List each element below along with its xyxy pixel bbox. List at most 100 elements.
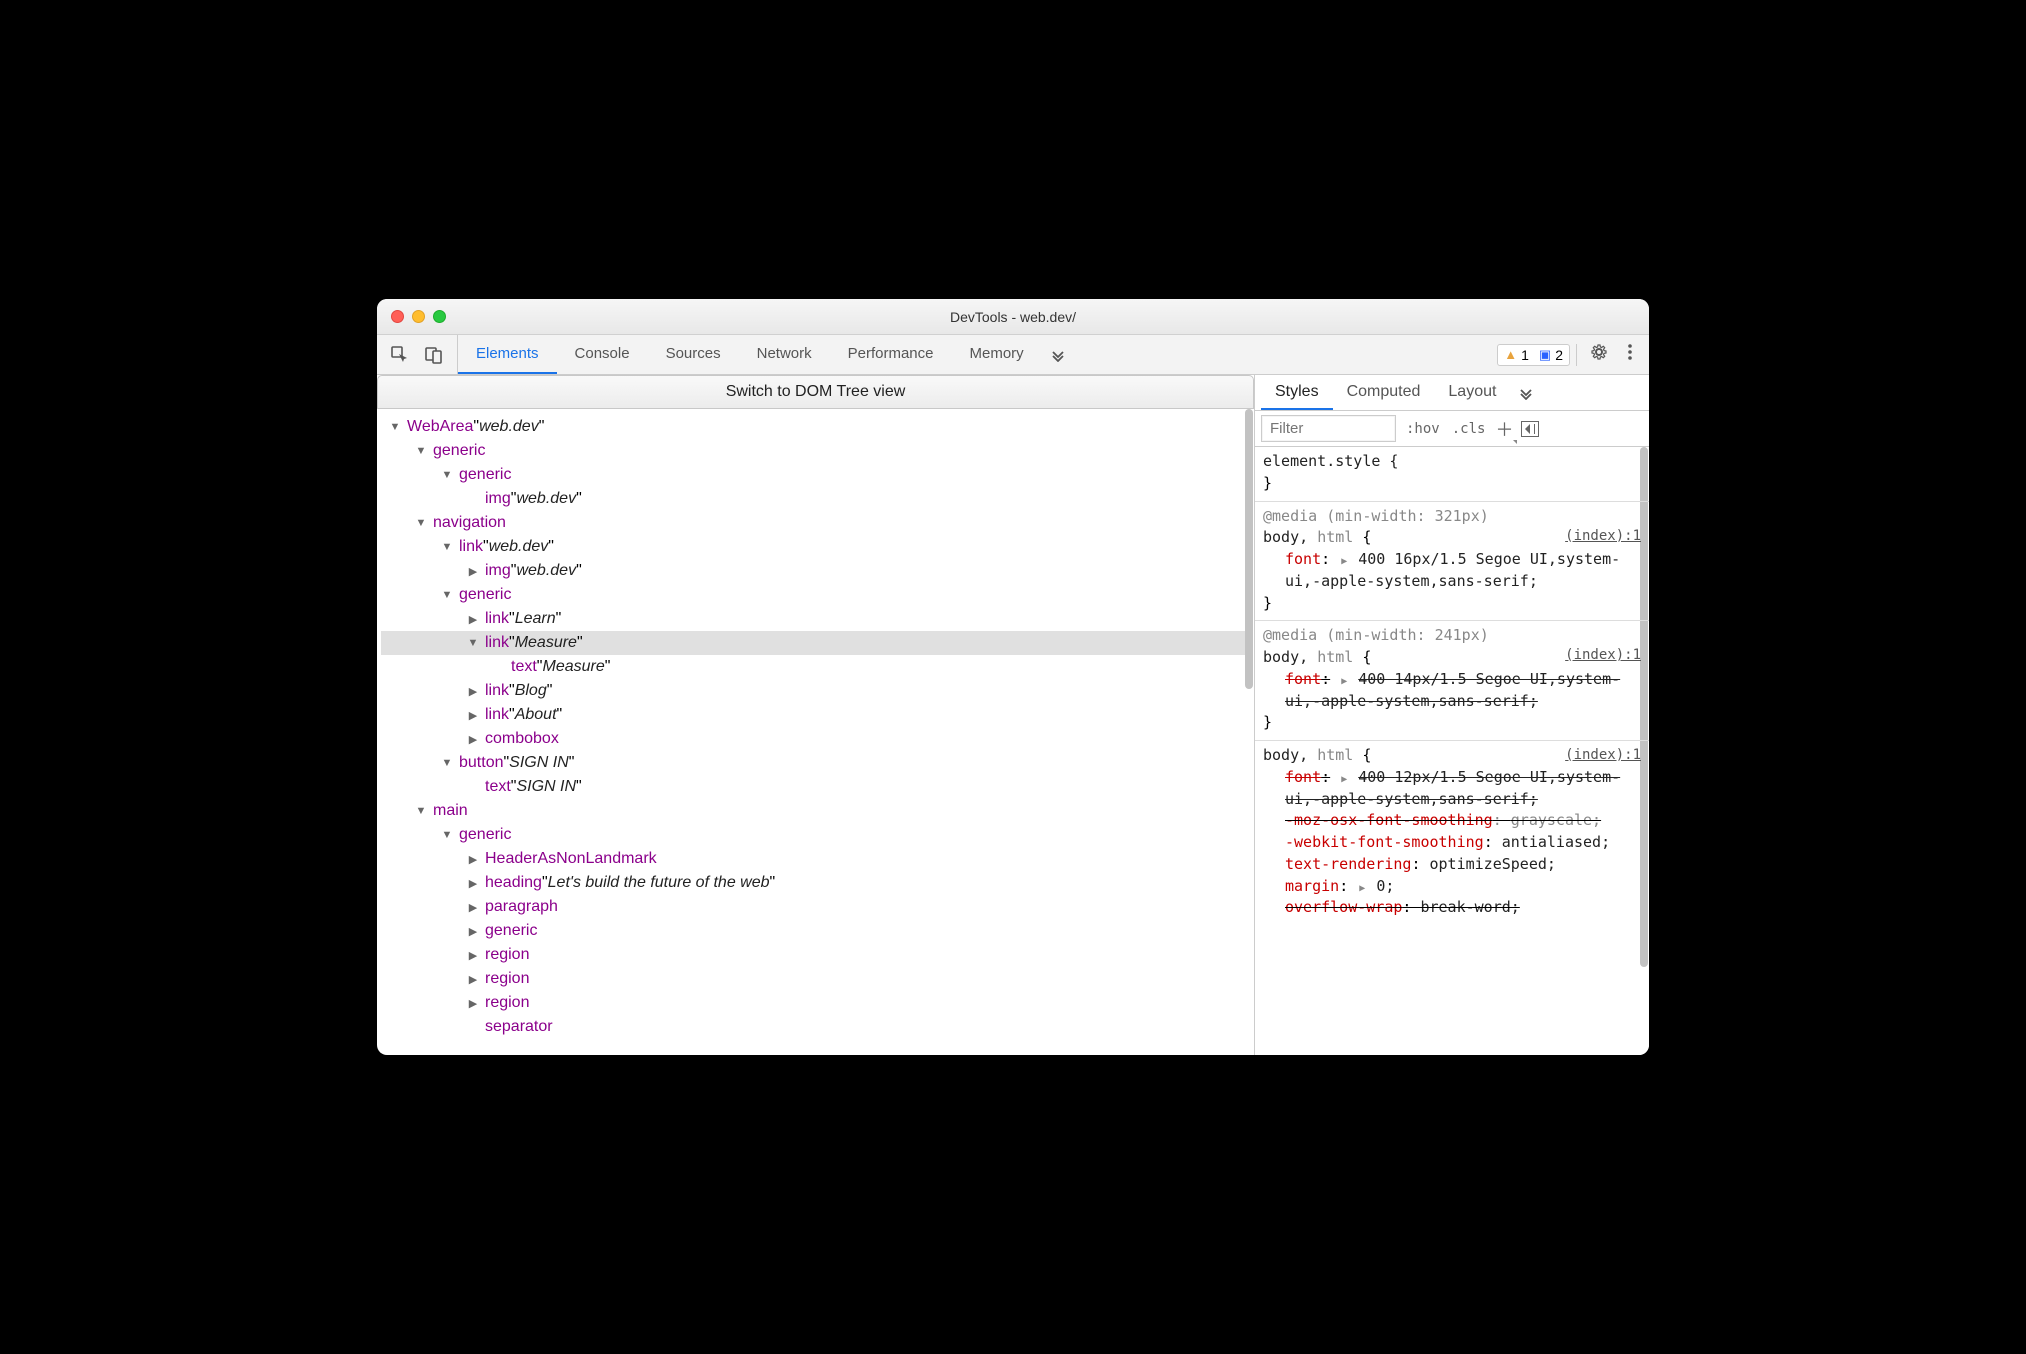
tree-node[interactable]: separator: [381, 1015, 1250, 1039]
chevron-down-icon[interactable]: ▼: [389, 421, 401, 433]
window-title: DevTools - web.dev/: [377, 309, 1649, 325]
declaration[interactable]: -webkit-font-smoothing: antialiased;: [1263, 832, 1641, 854]
class-toggle-button[interactable]: .cls: [1450, 421, 1488, 437]
declaration[interactable]: overflow-wrap: break-word;: [1263, 897, 1641, 919]
chevron-down-icon[interactable]: ▼: [467, 637, 479, 649]
declaration[interactable]: -moz-osx-font-smoothing: grayscale;: [1263, 810, 1641, 832]
tab-performance[interactable]: Performance: [830, 335, 952, 374]
source-link[interactable]: (index):1: [1565, 645, 1641, 665]
warnings-count: 1: [1521, 347, 1529, 363]
node-role: generic: [433, 442, 485, 460]
expand-icon[interactable]: ▶: [1341, 675, 1347, 690]
tree-node[interactable]: ▼button "SIGN IN": [381, 751, 1250, 775]
tree-node[interactable]: img "web.dev": [381, 487, 1250, 511]
tree-node[interactable]: ▶region: [381, 967, 1250, 991]
tree-node[interactable]: ▶img "web.dev": [381, 559, 1250, 583]
chevron-right-icon[interactable]: ▶: [467, 877, 479, 890]
scrollbar-thumb[interactable]: [1245, 409, 1253, 689]
chevron-right-icon[interactable]: ▶: [467, 733, 479, 746]
more-tabs-icon[interactable]: [1042, 348, 1074, 362]
styles-tab-computed[interactable]: Computed: [1333, 375, 1435, 410]
tree-node[interactable]: ▶link "Blog": [381, 679, 1250, 703]
declaration[interactable]: font: ▶ 400 14px/1.5 Segoe UI,system-ui,…: [1263, 669, 1641, 713]
main-toolbar: ElementsConsoleSourcesNetworkPerformance…: [377, 335, 1649, 375]
switch-to-dom-tree-button[interactable]: Switch to DOM Tree view: [377, 375, 1254, 409]
chevron-right-icon[interactable]: ▶: [467, 949, 479, 962]
tab-sources[interactable]: Sources: [648, 335, 739, 374]
expand-icon[interactable]: ▶: [1341, 773, 1347, 788]
tree-node[interactable]: ▼generic: [381, 463, 1250, 487]
chevron-right-icon[interactable]: ▶: [467, 925, 479, 938]
chevron-down-icon[interactable]: ▼: [415, 805, 427, 817]
tab-memory[interactable]: Memory: [952, 335, 1042, 374]
chevron-right-icon[interactable]: ▶: [467, 613, 479, 626]
chevron-right-icon[interactable]: ▶: [467, 709, 479, 722]
chevron-right-icon[interactable]: ▶: [467, 973, 479, 986]
source-link[interactable]: (index):1: [1565, 526, 1641, 546]
chevron-right-icon[interactable]: ▶: [467, 853, 479, 866]
declaration[interactable]: margin: ▶ 0;: [1263, 876, 1641, 898]
chevron-down-icon[interactable]: ▼: [415, 517, 427, 529]
tree-node[interactable]: ▶link "About": [381, 703, 1250, 727]
tree-node[interactable]: ▶heading "Let's build the future of the …: [381, 871, 1250, 895]
source-link[interactable]: (index):1: [1565, 745, 1641, 765]
more-options-icon[interactable]: [1621, 343, 1639, 366]
settings-gear-icon[interactable]: [1583, 342, 1615, 367]
tree-node[interactable]: ▶combobox: [381, 727, 1250, 751]
chevron-down-icon[interactable]: ▼: [441, 589, 453, 601]
chevron-right-icon[interactable]: ▶: [467, 685, 479, 698]
rule-section: @media (min-width: 321px) body, html { (…: [1255, 502, 1649, 622]
chevron-right-icon[interactable]: ▶: [467, 997, 479, 1010]
media-query: @media (min-width: 321px): [1263, 506, 1641, 528]
chevron-down-icon[interactable]: ▼: [441, 757, 453, 769]
new-style-rule-button[interactable]: ＋: [1495, 416, 1513, 442]
declaration[interactable]: font: ▶ 400 16px/1.5 Segoe UI,system-ui,…: [1263, 549, 1641, 593]
declaration[interactable]: text-rendering: optimizeSpeed;: [1263, 854, 1641, 876]
minimize-button[interactable]: [412, 310, 425, 323]
tree-node[interactable]: ▶HeaderAsNonLandmark: [381, 847, 1250, 871]
node-role: separator: [485, 1018, 553, 1036]
styles-body[interactable]: element.style { } @media (min-width: 321…: [1255, 447, 1649, 1055]
tree-node[interactable]: ▶region: [381, 943, 1250, 967]
tree-node[interactable]: ▼navigation: [381, 511, 1250, 535]
tree-node[interactable]: ▼main: [381, 799, 1250, 823]
chevron-right-icon[interactable]: ▶: [467, 565, 479, 578]
device-mode-icon[interactable]: [423, 344, 445, 366]
tree-node[interactable]: text "Measure": [381, 655, 1250, 679]
tree-node[interactable]: ▼link "web.dev": [381, 535, 1250, 559]
styles-tab-layout[interactable]: Layout: [1434, 375, 1510, 410]
close-button[interactable]: [391, 310, 404, 323]
styles-filter-input[interactable]: [1261, 415, 1396, 442]
hover-state-button[interactable]: :hov: [1404, 421, 1442, 437]
zoom-button[interactable]: [433, 310, 446, 323]
accessibility-tree[interactable]: ▼WebArea "web.dev"▼generic▼genericimg "w…: [377, 409, 1254, 1055]
styles-tab-styles[interactable]: Styles: [1261, 375, 1333, 410]
computed-panel-toggle-icon[interactable]: [1521, 421, 1539, 437]
tree-node[interactable]: ▼link "Measure": [381, 631, 1250, 655]
expand-icon[interactable]: ▶: [1359, 882, 1365, 897]
tree-node[interactable]: ▼ generic: [381, 439, 1250, 463]
tree-node[interactable]: text "SIGN IN": [381, 775, 1250, 799]
chevron-down-icon[interactable]: ▼: [415, 445, 427, 457]
tree-node[interactable]: ▶generic: [381, 919, 1250, 943]
tab-elements[interactable]: Elements: [458, 335, 557, 374]
tree-node[interactable]: ▶region: [381, 991, 1250, 1015]
expand-icon[interactable]: ▶: [1341, 555, 1347, 570]
inspect-element-icon[interactable]: [389, 344, 411, 366]
tree-node[interactable]: ▶link "Learn": [381, 607, 1250, 631]
chevron-right-icon[interactable]: ▶: [467, 901, 479, 914]
tab-network[interactable]: Network: [739, 335, 830, 374]
tree-node[interactable]: ▶paragraph: [381, 895, 1250, 919]
tree-node[interactable]: ▼generic: [381, 583, 1250, 607]
tree-node[interactable]: ▼WebArea "web.dev": [381, 415, 1250, 439]
chevron-down-icon[interactable]: ▼: [441, 829, 453, 841]
chevron-down-icon[interactable]: ▼: [441, 541, 453, 553]
node-label: "Learn": [509, 610, 561, 628]
console-status-badges[interactable]: ▲ 1 ▣ 2: [1497, 344, 1570, 366]
selector[interactable]: element.style {: [1263, 451, 1641, 473]
tab-console[interactable]: Console: [557, 335, 648, 374]
tree-node[interactable]: ▼generic: [381, 823, 1250, 847]
chevron-down-icon[interactable]: ▼: [441, 469, 453, 481]
declaration[interactable]: font: ▶ 400 12px/1.5 Segoe UI,system-ui,…: [1263, 767, 1641, 811]
more-panels-icon[interactable]: [1512, 386, 1540, 400]
